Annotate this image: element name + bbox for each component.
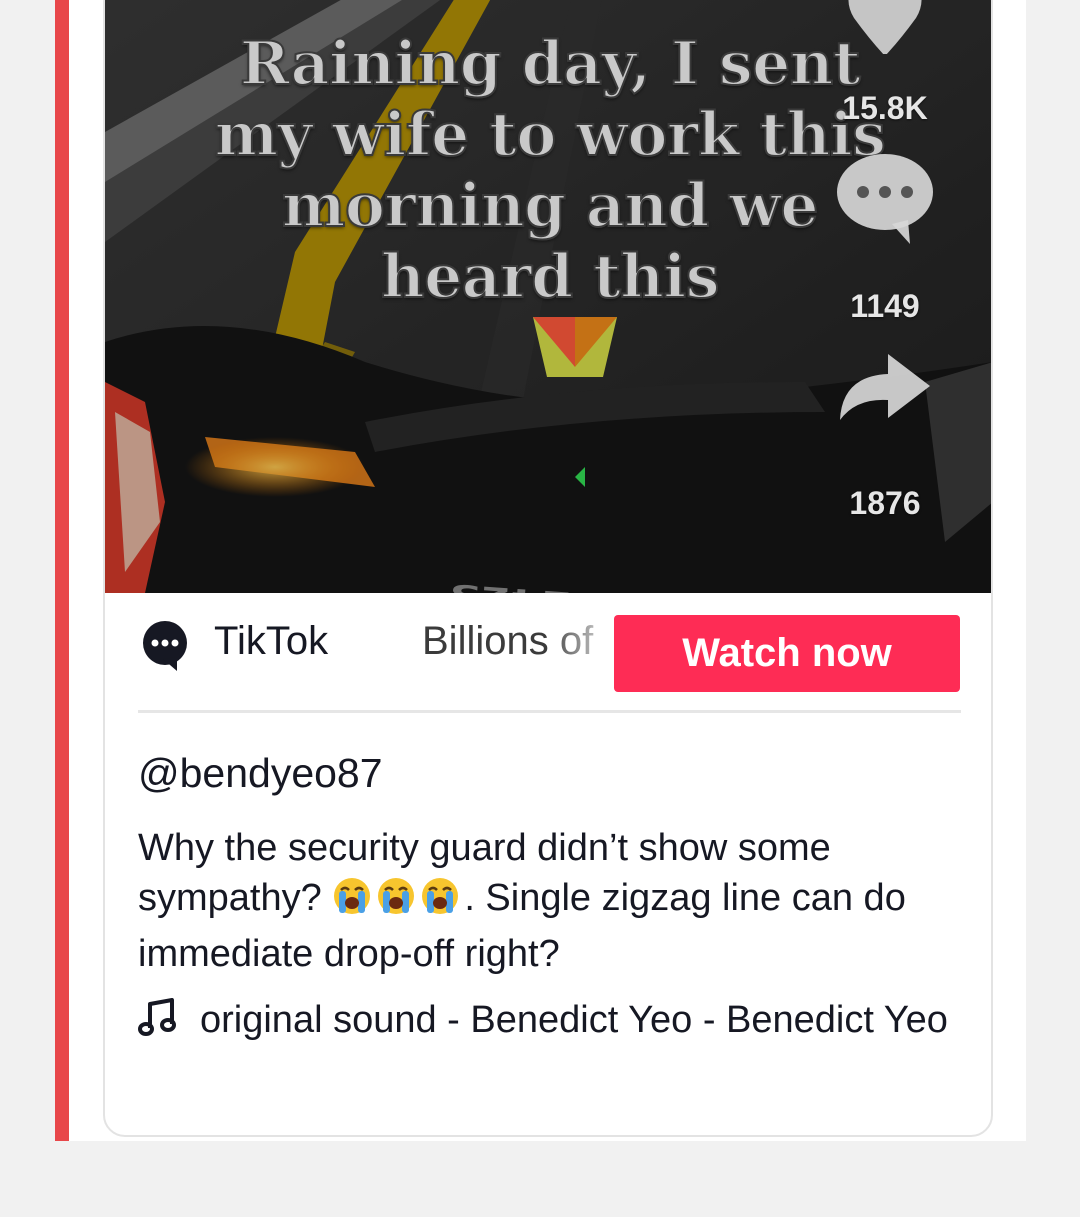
music-note-icon [138,998,176,1036]
share-button[interactable] [830,354,940,424]
video-player[interactable]: 312423 Raining day, I sent my wife to wo… [105,0,991,593]
username-link[interactable]: @bendyeo87 [138,750,383,797]
caption-line: heard this [380,241,721,313]
comment-count: 1149 [850,288,920,324]
tiktok-embed-card[interactable]: 312423 Raining day, I sent my wife to wo… [103,0,993,1137]
left-accent-bar [55,0,69,1141]
loudly-crying-face-emoji [422,878,459,914]
page: 312423 Raining day, I sent my wife to wo… [0,0,1080,1217]
like-button[interactable] [830,0,940,56]
caption-line: Raining day, I sent [239,28,862,100]
caption-line: my wife to work this [214,99,887,171]
share-icon [840,354,930,420]
brand-chat-icon [143,621,187,671]
brand-name: TikTok [214,619,329,663]
loudly-crying-face-emoji [378,878,415,914]
emoji-group [332,876,464,929]
comment-button[interactable] [830,154,940,244]
heart-icon [848,0,922,56]
share-count: 1876 [849,485,921,521]
sound-name: original sound - Benedict Yeo - Benedict… [200,999,948,1041]
divider [138,710,961,713]
video-caption: Raining day, I sent my wife to work this… [205,28,895,313]
brand-tagline: Billions of [422,619,594,663]
comment-icon [837,154,933,244]
info-bar: TikTok Billions of Watch now [105,593,991,713]
loudly-crying-face-emoji [334,878,371,914]
sound-link[interactable]: original sound - Benedict Yeo - Benedict… [138,994,968,1047]
watch-now-button[interactable]: Watch now [614,615,960,692]
like-count: 15.8K [842,90,928,126]
post-description: Why the security guard didn’t show some … [138,823,958,979]
caption-line: morning and we [281,170,820,242]
